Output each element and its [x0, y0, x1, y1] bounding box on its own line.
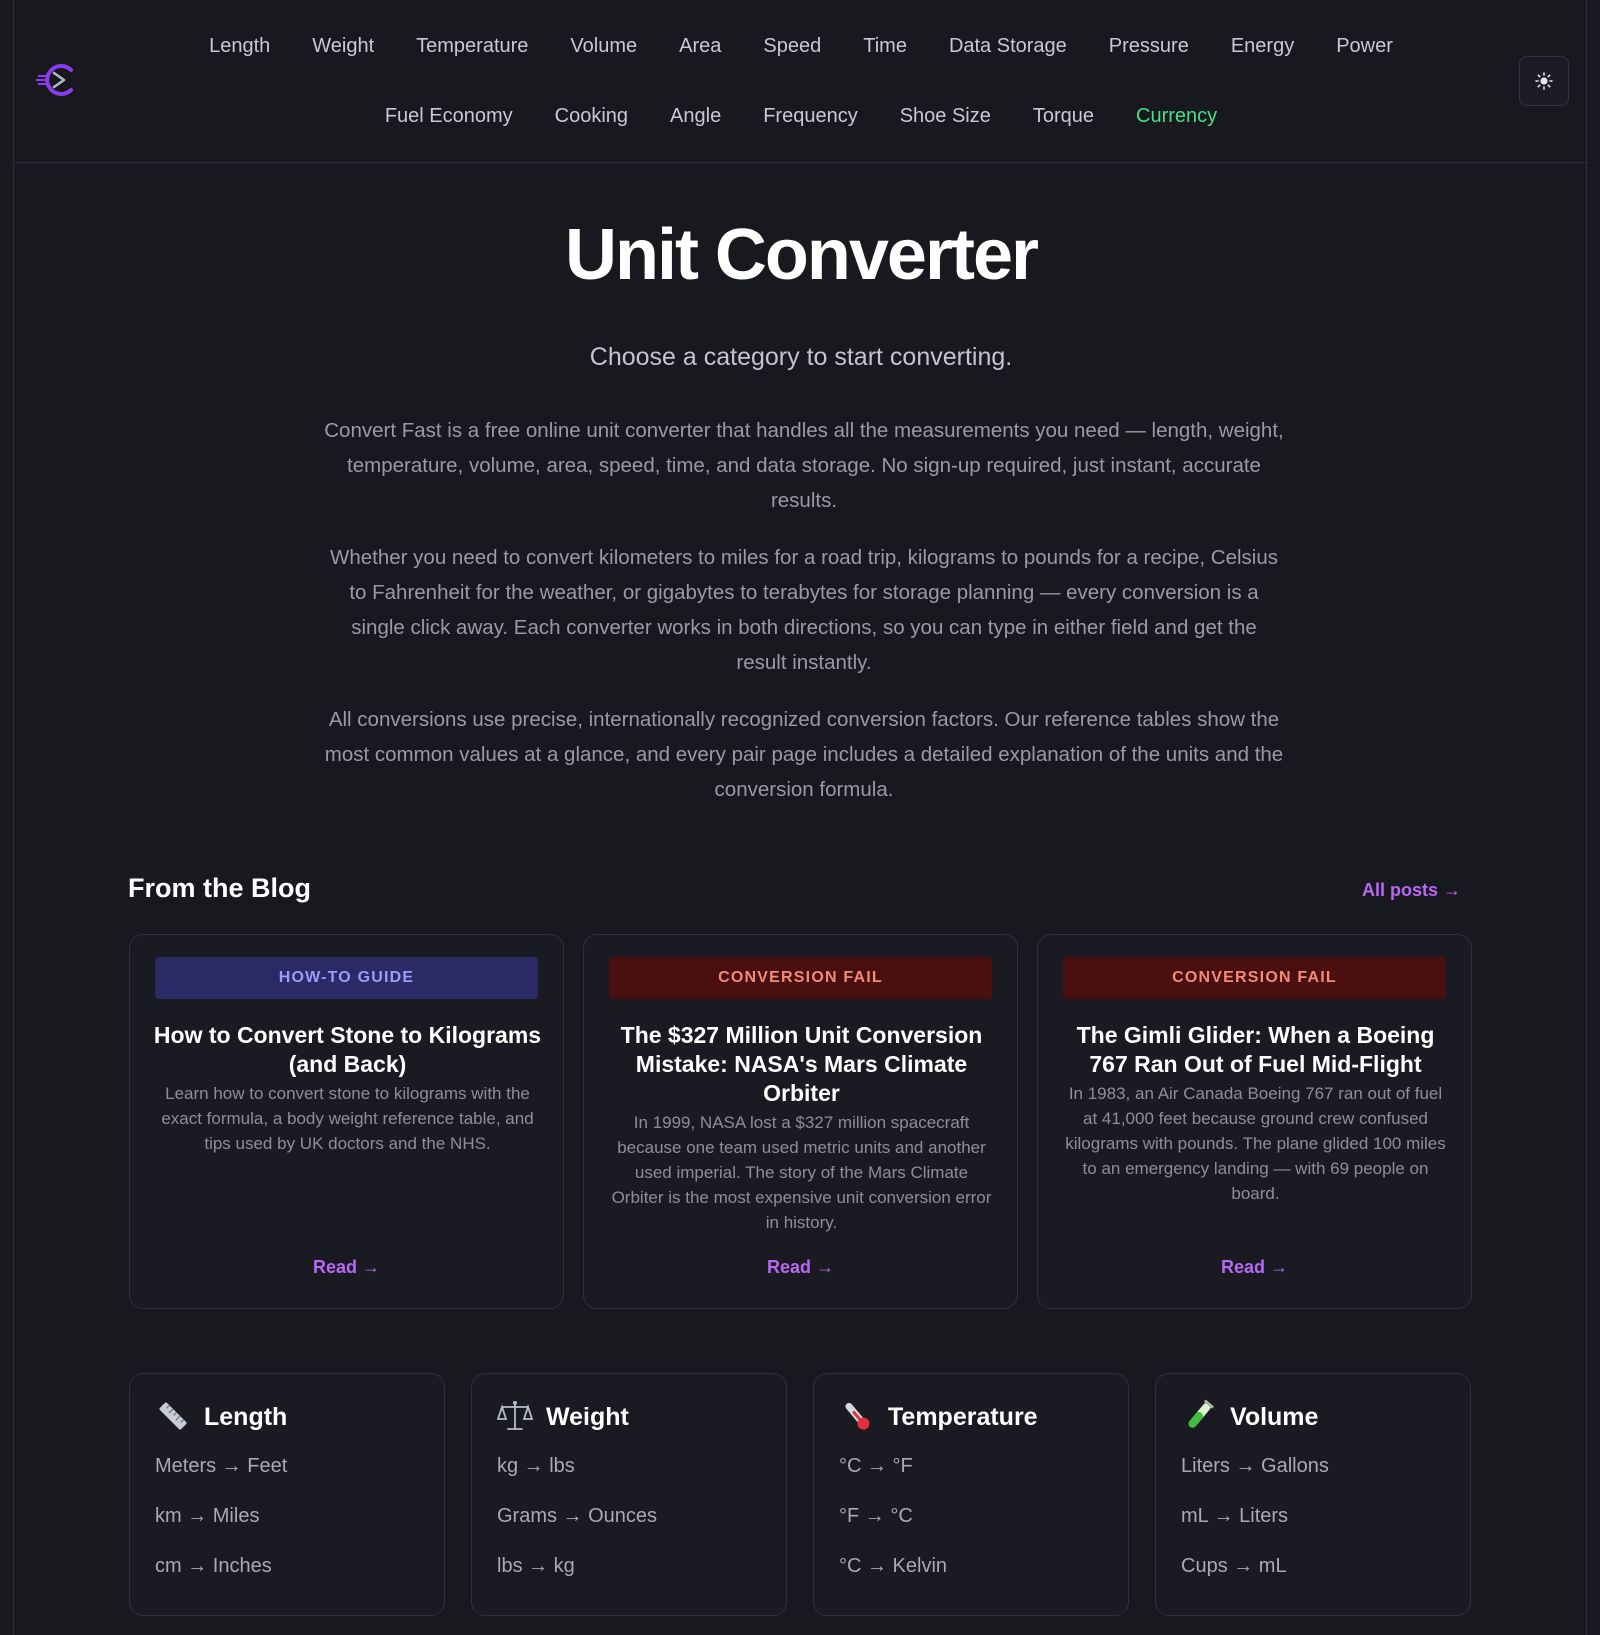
site-header: Length Weight Temperature Volume Area Sp… — [14, 0, 1588, 163]
nav-link-fuel-economy[interactable]: Fuel Economy — [364, 100, 534, 132]
blog-read-link[interactable]: Read → — [584, 1255, 1017, 1279]
intro-paragraph-3: All conversions use precise, internation… — [324, 708, 1284, 801]
blog-heading: From the Blog — [128, 873, 311, 903]
nav-link-speed[interactable]: Speed — [742, 30, 842, 62]
page-title: Unit Converter — [564, 215, 1039, 295]
nav-link-area[interactable]: Area — [658, 30, 742, 62]
all-posts-link[interactable]: All posts → — [1362, 878, 1461, 902]
category-card-length: Length Meters → Feet km → Miles cm → Inc… — [129, 1373, 445, 1616]
nav-link-cooking[interactable]: Cooking — [534, 100, 649, 132]
nav-link-weight[interactable]: Weight — [291, 30, 395, 62]
theme-toggle-button[interactable] — [1519, 56, 1569, 106]
category-link[interactable]: °C → °F — [839, 1452, 913, 1480]
logo-icon[interactable] — [36, 60, 82, 100]
nav-link-time[interactable]: Time — [842, 30, 928, 62]
blog-read-link[interactable]: Read → — [1038, 1255, 1471, 1279]
category-link[interactable]: cm → Inches — [155, 1552, 272, 1580]
category-title[interactable]: Volume — [1230, 1400, 1318, 1434]
nav-link-energy[interactable]: Energy — [1210, 30, 1315, 62]
nav-link-frequency[interactable]: Frequency — [742, 100, 879, 132]
nav-link-torque[interactable]: Torque — [1012, 100, 1115, 132]
category-link[interactable]: °C → Kelvin — [839, 1552, 947, 1580]
nav-link-temperature[interactable]: Temperature — [395, 30, 549, 62]
category-link[interactable]: lbs → kg — [497, 1552, 575, 1580]
nav-link-volume[interactable]: Volume — [549, 30, 658, 62]
blog-tag: CONVERSION FAIL — [1063, 957, 1446, 999]
sun-icon — [1535, 72, 1553, 90]
nav-link-power[interactable]: Power — [1315, 30, 1414, 62]
nav-link-pressure[interactable]: Pressure — [1088, 30, 1210, 62]
blog-card[interactable]: CONVERSION FAIL The Gimli Glider: When a… — [1037, 934, 1472, 1309]
blog-description: In 1999, NASA lost a $327 million spacec… — [611, 1113, 992, 1232]
blog-description: In 1983, an Air Canada Boeing 767 ran ou… — [1065, 1084, 1446, 1203]
category-card-weight: Weight kg → lbs Grams → Ounces lbs → kg — [471, 1373, 787, 1616]
nav-link-shoe-size[interactable]: Shoe Size — [879, 100, 1012, 132]
page: Length Weight Temperature Volume Area Sp… — [13, 0, 1588, 1635]
category-link[interactable]: °F → °C — [839, 1502, 913, 1530]
category-title[interactable]: Length — [204, 1400, 287, 1434]
category-link[interactable]: Liters → Gallons — [1181, 1452, 1329, 1480]
nav-link-length[interactable]: Length — [188, 30, 291, 62]
category-title[interactable]: Temperature — [888, 1400, 1038, 1434]
ruler-icon — [159, 1402, 187, 1430]
scale-icon — [497, 1401, 533, 1430]
page-subtitle: Choose a category to start converting. — [589, 343, 1013, 371]
category-title[interactable]: Weight — [546, 1400, 629, 1434]
category-link[interactable]: kg → lbs — [497, 1452, 575, 1480]
blog-tag: HOW-TO GUIDE — [155, 957, 538, 999]
blog-card[interactable]: CONVERSION FAIL The $327 Million Unit Co… — [583, 934, 1018, 1309]
category-link[interactable]: km → Miles — [155, 1502, 259, 1530]
category-card-temperature: Temperature °C → °F °F → °C °C → Kelvin — [813, 1373, 1129, 1616]
category-link[interactable]: Cups → mL — [1181, 1552, 1287, 1580]
blog-title[interactable]: The Gimli Glider: When a Boeing 767 Ran … — [1058, 1021, 1453, 1079]
intro-paragraph-1: Convert Fast is a free online unit conve… — [324, 419, 1284, 512]
category-link[interactable]: Grams → Ounces — [497, 1502, 657, 1530]
intro-paragraph-2: Whether you need to convert kilometers t… — [330, 546, 1278, 674]
category-link[interactable]: mL → Liters — [1181, 1502, 1288, 1530]
nav-link-angle[interactable]: Angle — [649, 100, 742, 132]
test-tube-icon — [1188, 1399, 1214, 1428]
nav-link-currency[interactable]: Currency — [1115, 100, 1238, 132]
nav-row-secondary: Fuel Economy Cooking Angle Frequency Sho… — [14, 100, 1588, 132]
category-card-volume: Volume Liters → Gallons mL → Liters Cups… — [1155, 1373, 1471, 1616]
nav-row-primary: Length Weight Temperature Volume Area Sp… — [14, 30, 1588, 62]
blog-title[interactable]: How to Convert Stone to Kilograms (and B… — [150, 1021, 545, 1079]
nav-link-data-storage[interactable]: Data Storage — [928, 30, 1088, 62]
blog-card[interactable]: HOW-TO GUIDE How to Convert Stone to Kil… — [129, 934, 564, 1309]
category-link[interactable]: Meters → Feet — [155, 1452, 287, 1480]
blog-title[interactable]: The $327 Million Unit Conversion Mistake… — [604, 1021, 999, 1108]
blog-read-link[interactable]: Read → — [130, 1255, 563, 1279]
blog-tag: CONVERSION FAIL — [609, 957, 992, 999]
blog-description: Learn how to convert stone to kilograms … — [161, 1084, 534, 1153]
thermometer-icon — [845, 1402, 870, 1430]
